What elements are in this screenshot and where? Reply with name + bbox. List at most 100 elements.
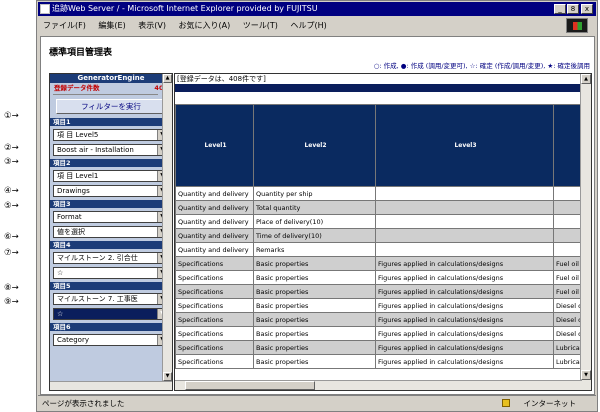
table-cell: Basic properties bbox=[253, 270, 376, 285]
table-row[interactable]: Quantity and delivery Time of delivery(10… bbox=[175, 228, 581, 243]
status-bar: ページが表示されました インターネット bbox=[38, 395, 596, 410]
lock-icon bbox=[502, 399, 510, 407]
table-cell: Specifications bbox=[175, 312, 254, 327]
generator-engine-header: GeneratorEngine bbox=[50, 74, 172, 83]
table-row[interactable]: Quantity and delivery Place of delivery(1… bbox=[175, 214, 581, 229]
table-row[interactable]: Quantity and delivery Total quantity bbox=[175, 200, 581, 215]
table-cell: Time of delivery(10) bbox=[253, 228, 376, 243]
table-row[interactable]: Quantity and delivery Quantity per ship bbox=[175, 186, 581, 201]
grid-horizontal-scrollbar[interactable] bbox=[175, 380, 582, 390]
item-5-select-1[interactable]: マイルストーン 7. 工事医▼ bbox=[53, 293, 168, 305]
table-cell bbox=[375, 242, 554, 257]
table-cell: Diesel o bbox=[553, 298, 581, 313]
table-cell bbox=[375, 228, 554, 243]
item-1-select-2[interactable]: Boost air - Installation▼ bbox=[53, 144, 168, 156]
item-header-5: 項目5 bbox=[50, 282, 172, 290]
filter-sidebar: GeneratorEngine 登録データ件数 408 フィルターを実行 項目1… bbox=[49, 73, 173, 391]
menu-view[interactable]: 表示(V) bbox=[133, 17, 171, 34]
item-3-select-1[interactable]: Format▼ bbox=[53, 211, 168, 223]
item-2-select-1[interactable]: 項 目 Level1▼ bbox=[53, 170, 168, 182]
internet-zone-label: インターネット bbox=[523, 399, 577, 408]
item-header-2: 項目2 bbox=[50, 159, 172, 167]
item-4-select-2[interactable]: ☆▼ bbox=[53, 267, 168, 279]
menu-edit[interactable]: 編集(E) bbox=[93, 17, 130, 34]
table-row[interactable]: Specifications Basic properties Figures ap… bbox=[175, 256, 581, 271]
column-header: Level1 bbox=[175, 104, 254, 187]
column-header: Level2 bbox=[253, 104, 376, 187]
select-value: マイルストーン 7. 工事医 bbox=[57, 295, 138, 303]
scroll-down-icon[interactable]: ▼ bbox=[581, 370, 591, 380]
select-value: 値を選択 bbox=[57, 228, 85, 236]
menu-tools[interactable]: ツール(T) bbox=[238, 17, 283, 34]
menu-bar: ファイル(F) 編集(E) 表示(V) お気に入り(A) ツール(T) ヘルプ(… bbox=[38, 17, 596, 34]
item-1-select-1[interactable]: 項 目 Level5▼ bbox=[53, 129, 168, 141]
sidebar-horizontal-scrollbar[interactable] bbox=[50, 381, 172, 390]
legend-text: ○: 作成, ●: 作成 (調用/変更可), ☆: 確定 (作成/調用/変更),… bbox=[373, 62, 590, 70]
table-cell: Figures applied in calculations/designs bbox=[375, 326, 554, 341]
registered-count-label: 登録データ件数 bbox=[54, 84, 100, 92]
close-button[interactable]: x bbox=[581, 4, 593, 14]
table-cell: Total quantity bbox=[253, 200, 376, 215]
scroll-thumb[interactable] bbox=[185, 381, 315, 390]
status-text: ページが表示されました bbox=[42, 399, 125, 408]
table-row[interactable]: Specifications Basic properties Figures ap… bbox=[175, 298, 581, 313]
windows-logo-icon bbox=[566, 18, 588, 33]
table-cell: Specifications bbox=[175, 270, 254, 285]
run-filter-button[interactable]: フィルターを実行 bbox=[56, 99, 166, 114]
menu-favorites[interactable]: お気に入り(A) bbox=[174, 17, 236, 34]
table-cell: Quantity and delivery bbox=[175, 242, 254, 257]
select-value: Category bbox=[57, 336, 89, 344]
callout-marker-1: ①→ bbox=[4, 111, 19, 121]
menu-file[interactable]: ファイル(F) bbox=[38, 17, 91, 34]
table-cell: Lubricat bbox=[553, 354, 581, 369]
scroll-up-icon[interactable]: ▲ bbox=[163, 74, 172, 83]
table-cell bbox=[553, 186, 581, 201]
select-value: Boost air - Installation bbox=[57, 146, 134, 154]
table-cell: Basic properties bbox=[253, 312, 376, 327]
item-header-4: 項目4 bbox=[50, 241, 172, 249]
table-cell: Quantity and delivery bbox=[175, 186, 254, 201]
table-cell: Figures applied in calculations/designs bbox=[375, 270, 554, 285]
scroll-down-icon[interactable]: ▼ bbox=[163, 372, 172, 381]
table-row[interactable]: Specifications Basic properties Figures ap… bbox=[175, 270, 581, 285]
table-cell: Specifications bbox=[175, 354, 254, 369]
filter-items: 項目1 項 目 Level5▼ Boost air - Installation▼ 項… bbox=[50, 118, 172, 346]
record-count-text: [登録データは、408件です] bbox=[177, 75, 266, 83]
item-header-6: 項目6 bbox=[50, 323, 172, 331]
table-cell: Quantity and delivery bbox=[175, 228, 254, 243]
select-value: ☆ bbox=[57, 310, 64, 318]
item-6-select-1[interactable]: Category▼ bbox=[53, 334, 168, 346]
sidebar-vertical-scrollbar[interactable]: ▲ ▼ bbox=[162, 74, 172, 390]
menu-help[interactable]: ヘルプ(H) bbox=[285, 17, 331, 34]
table-cell: Basic properties bbox=[253, 284, 376, 299]
table-cell: Specifications bbox=[175, 256, 254, 271]
item-5-select-2[interactable]: ☆▼ bbox=[53, 308, 168, 320]
select-value: 項 目 Level5 bbox=[57, 131, 99, 139]
table-row[interactable]: Specifications Basic properties Figures ap… bbox=[175, 284, 581, 299]
callout-marker-2: ②→ bbox=[4, 143, 19, 153]
table-row[interactable]: Specifications Basic properties Figures ap… bbox=[175, 340, 581, 355]
scroll-up-icon[interactable]: ▲ bbox=[581, 74, 591, 84]
table-cell bbox=[553, 242, 581, 257]
window-title: 追跡Web Server / - Microsoft Internet Expl… bbox=[52, 4, 318, 13]
page-title: 標準項目管理表 bbox=[49, 48, 113, 58]
column-header: Level3 bbox=[375, 104, 554, 187]
table-row[interactable]: Specifications Basic properties Figures ap… bbox=[175, 326, 581, 341]
table-cell: Figures applied in calculations/designs bbox=[375, 312, 554, 327]
table-cell: Figures applied in calculations/designs bbox=[375, 298, 554, 313]
table-cell: Specifications bbox=[175, 298, 254, 313]
table-row[interactable]: Specifications Basic properties Figures ap… bbox=[175, 354, 581, 369]
item-4-select-1[interactable]: マイルストーン 2. 引合仕▼ bbox=[53, 252, 168, 264]
item-2-select-2[interactable]: Drawings▼ bbox=[53, 185, 168, 197]
maximize-button[interactable]: 8 bbox=[567, 4, 579, 14]
grid-vertical-scrollbar[interactable]: ▲ ▼ bbox=[580, 74, 591, 390]
table-row[interactable]: Quantity and delivery Remarks bbox=[175, 242, 581, 257]
table-cell bbox=[553, 200, 581, 215]
table-cell: Basic properties bbox=[253, 326, 376, 341]
minimize-button[interactable]: _ bbox=[554, 4, 566, 14]
item-3-select-2[interactable]: 値を選択▼ bbox=[53, 226, 168, 238]
table-cell: Basic properties bbox=[253, 256, 376, 271]
table-cell bbox=[553, 228, 581, 243]
table-cell: Figures applied in calculations/designs bbox=[375, 354, 554, 369]
table-row[interactable]: Specifications Basic properties Figures ap… bbox=[175, 312, 581, 327]
